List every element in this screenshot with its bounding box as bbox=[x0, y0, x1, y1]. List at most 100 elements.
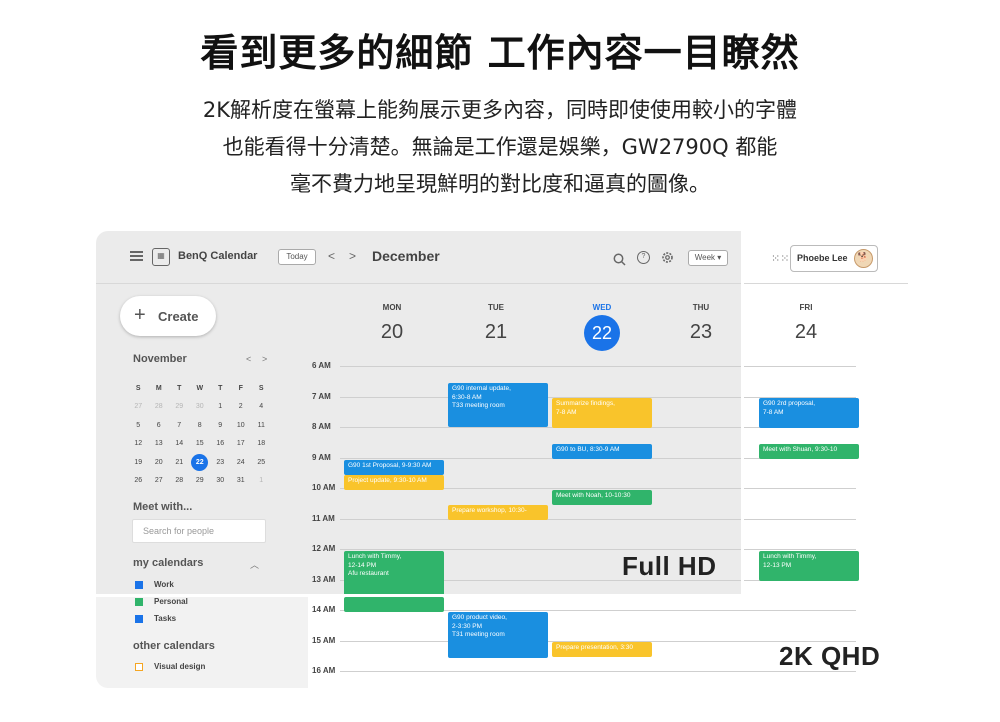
mini-day[interactable]: 1 bbox=[251, 472, 272, 491]
calendar-event[interactable]: Lunch with Timmy, 12-13 PM bbox=[759, 551, 859, 581]
create-button[interactable]: + Create bbox=[120, 296, 216, 336]
mini-day[interactable]: 26 bbox=[128, 472, 149, 491]
mini-day-label: 2 bbox=[238, 403, 243, 411]
calendar-event[interactable]: G90 internal update, 6:30-8 AM T33 meeti… bbox=[448, 383, 548, 427]
mini-day[interactable]: 23 bbox=[210, 453, 231, 472]
mini-day-label: 27 bbox=[134, 403, 143, 411]
mini-next-icon[interactable]: > bbox=[262, 354, 267, 364]
mini-day[interactable]: 16 bbox=[210, 435, 231, 454]
calendar-event-continuation[interactable] bbox=[344, 597, 444, 612]
mini-day[interactable]: 6 bbox=[149, 416, 170, 435]
today-button[interactable]: Today bbox=[278, 249, 316, 265]
calendar-event[interactable]: Lunch with Timmy, 12-14 PM Afu restauran… bbox=[344, 551, 444, 597]
chevron-down-icon: ▾ bbox=[717, 253, 722, 262]
day-name: THU bbox=[692, 303, 710, 312]
calendar-event[interactable]: Prepare workshop, 10:30- bbox=[448, 505, 548, 520]
day-number[interactable]: 21 bbox=[466, 321, 526, 344]
mini-day-label: 20 bbox=[154, 458, 163, 466]
view-select-label: Week bbox=[694, 253, 716, 262]
mini-day-label: 24 bbox=[236, 458, 245, 466]
day-number-selected[interactable]: 22 bbox=[584, 315, 620, 351]
day-number[interactable]: 23 bbox=[671, 321, 731, 344]
mini-day[interactable]: 8 bbox=[190, 416, 211, 435]
mini-weekday: M bbox=[155, 384, 162, 392]
calendar-event[interactable]: G90 1st Proposal, 9-9:30 AM bbox=[344, 460, 444, 475]
mini-day[interactable]: 1 bbox=[210, 398, 231, 417]
hour-label: 7 AM bbox=[312, 392, 331, 401]
mini-day[interactable]: 28 bbox=[149, 398, 170, 417]
user-account[interactable]: Phoebe Lee 🐕 bbox=[790, 245, 878, 272]
search-people-input[interactable]: Search for people bbox=[132, 519, 266, 543]
calendar-checkbox[interactable] bbox=[135, 581, 143, 589]
calendar-event[interactable]: Summarize findings, 7-8 AM bbox=[552, 398, 652, 428]
gear-icon[interactable] bbox=[660, 250, 675, 265]
hour-label: 6 AM bbox=[312, 361, 331, 370]
mini-day[interactable]: 12 bbox=[128, 435, 149, 454]
headline: 看到更多的細節 工作內容一目瞭然 bbox=[200, 31, 800, 75]
mini-day[interactable]: 11 bbox=[251, 416, 272, 435]
mini-day[interactable]: 9 bbox=[210, 416, 231, 435]
mini-day-label: 28 bbox=[154, 403, 163, 411]
calendar-checkbox[interactable] bbox=[135, 598, 143, 606]
search-icon[interactable] bbox=[613, 251, 626, 266]
calendar-checkbox[interactable] bbox=[135, 663, 143, 671]
calendar-checkbox[interactable] bbox=[135, 615, 143, 623]
view-select[interactable]: Week ▾ bbox=[688, 250, 728, 266]
mini-day-label: 27 bbox=[154, 477, 163, 485]
mini-prev-icon[interactable]: < bbox=[246, 354, 251, 364]
calendar-event[interactable]: Meet with Noah, 10-10:30 bbox=[552, 490, 652, 505]
calendar-name: Tasks bbox=[154, 614, 177, 623]
mini-day-label: 19 bbox=[134, 458, 143, 466]
mini-day[interactable]: 24 bbox=[231, 453, 252, 472]
calendar-event[interactable]: Prepare presentation, 3:30 bbox=[552, 642, 652, 657]
mini-day[interactable]: 29 bbox=[190, 472, 211, 491]
mini-day[interactable]: 7 bbox=[169, 416, 190, 435]
prev-week-button[interactable]: < bbox=[328, 249, 335, 263]
mini-day[interactable]: 4 bbox=[251, 398, 272, 417]
mini-day-label: 8 bbox=[197, 421, 202, 429]
day-number[interactable]: 20 bbox=[362, 321, 422, 344]
day-number[interactable]: 24 bbox=[776, 321, 836, 344]
calendar-event[interactable]: G90 product video, 2-3:30 PM T31 meeting… bbox=[448, 612, 548, 658]
calendar-event[interactable]: G90 to BU, 8:30-9 AM bbox=[552, 444, 652, 459]
mini-day[interactable]: 15 bbox=[190, 435, 211, 454]
other-calendars-label: other calendars bbox=[133, 640, 215, 652]
help-icon[interactable]: ? bbox=[637, 251, 650, 264]
avatar[interactable]: 🐕 bbox=[854, 249, 873, 268]
mini-day[interactable]: 19 bbox=[128, 453, 149, 472]
day-name: TUE bbox=[488, 303, 504, 312]
full-hd-boundary bbox=[96, 594, 744, 597]
hour-label: 8 AM bbox=[312, 422, 331, 431]
mini-day[interactable]: 30 bbox=[190, 398, 211, 417]
mini-day-label: 31 bbox=[236, 477, 245, 485]
mini-day[interactable]: 5 bbox=[128, 416, 149, 435]
mini-day[interactable]: 29 bbox=[169, 398, 190, 417]
mini-day[interactable]: 25 bbox=[251, 453, 272, 472]
apps-grid-icon[interactable]: ⁙⁙ bbox=[771, 252, 789, 265]
mini-day[interactable]: 10 bbox=[231, 416, 252, 435]
mini-day[interactable]: 17 bbox=[231, 435, 252, 454]
mini-day[interactable]: 18 bbox=[251, 435, 272, 454]
app-name: BenQ Calendar bbox=[178, 250, 258, 262]
mini-day[interactable]: 13 bbox=[149, 435, 170, 454]
next-week-button[interactable]: > bbox=[349, 249, 356, 263]
mini-day[interactable]: 21 bbox=[169, 453, 190, 472]
mini-day[interactable]: 31 bbox=[231, 472, 252, 491]
mini-day[interactable]: 27 bbox=[128, 398, 149, 417]
collapse-icon[interactable]: ︿ bbox=[250, 558, 259, 571]
calendar-event[interactable]: G90 2rd proposal, 7-8 AM bbox=[759, 398, 859, 428]
mini-day[interactable]: 22 bbox=[190, 453, 211, 472]
calendar-event[interactable]: Meet with Shuan, 9:30-10 bbox=[759, 444, 859, 459]
mini-day[interactable]: 2 bbox=[231, 398, 252, 417]
description-line: 也能看得十分清楚。無論是工作還是娛樂，GW2790Q 都能 bbox=[222, 135, 778, 159]
mini-day[interactable]: 20 bbox=[149, 453, 170, 472]
calendar-event[interactable]: Project update, 9:30-10 AM bbox=[344, 475, 444, 490]
menu-icon[interactable] bbox=[130, 251, 143, 261]
mini-day[interactable]: 28 bbox=[169, 472, 190, 491]
mini-day[interactable]: 27 bbox=[149, 472, 170, 491]
mini-day-label: 30 bbox=[216, 477, 225, 485]
mini-day[interactable]: 30 bbox=[210, 472, 231, 491]
mini-day[interactable]: 14 bbox=[169, 435, 190, 454]
mini-day-label: 6 bbox=[156, 421, 161, 429]
calendar-screenshot: ▦ BenQ Calendar Today < > December ? Wee… bbox=[96, 231, 908, 688]
